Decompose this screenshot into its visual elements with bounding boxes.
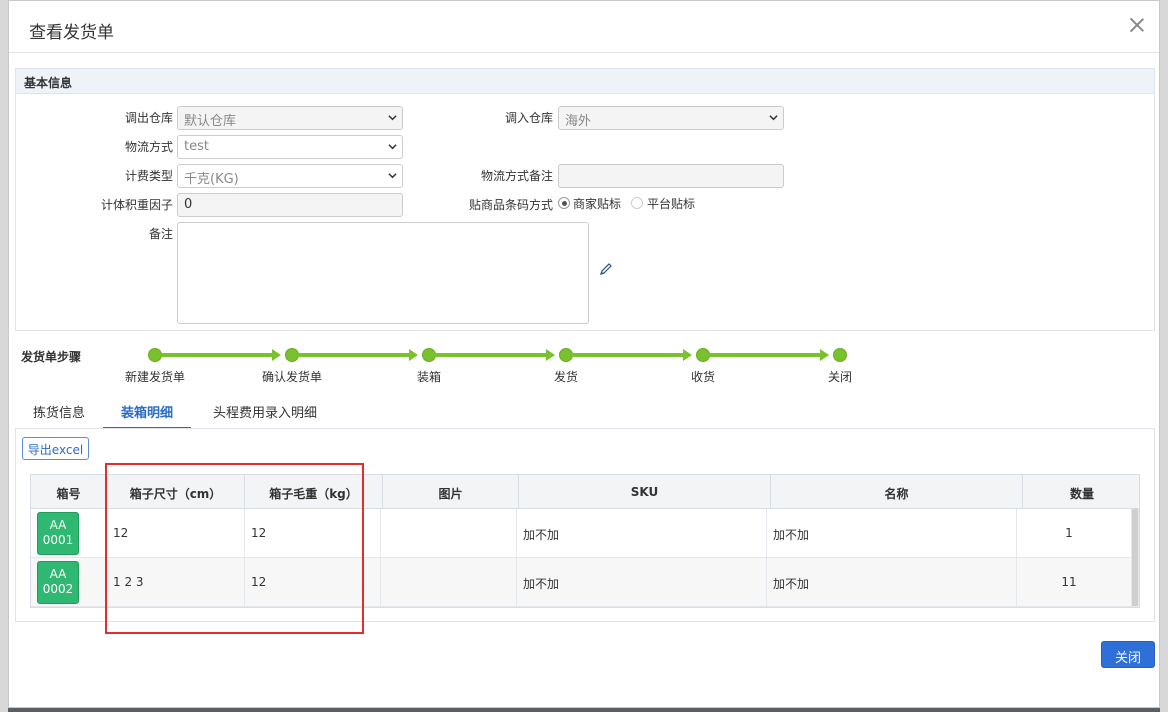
step-connector — [435, 353, 546, 357]
dialog-header: 查看发货单 — [9, 1, 1159, 53]
name-cell: 加不加 — [767, 558, 1017, 607]
column-header-image: 图片 — [383, 475, 519, 509]
dialog-title: 查看发货单 — [29, 23, 114, 43]
radio-merchant-text: 商家贴标 — [573, 197, 622, 211]
in-warehouse-select[interactable]: 海外 — [558, 106, 784, 130]
step-dot — [696, 348, 710, 362]
step-label: 关闭 — [827, 370, 852, 384]
quantity-cell: 11 — [1061, 575, 1077, 589]
column-header-sku: SKU — [519, 475, 771, 509]
box-badge[interactable]: AA 0002 — [37, 561, 79, 604]
step-arrow-icon — [820, 349, 829, 361]
sku-cell: 加不加 — [517, 558, 767, 607]
step-connector — [161, 353, 272, 357]
sku-cell: 加不加 — [517, 509, 767, 558]
logistics-label: 物流方式 — [124, 140, 173, 154]
step-connector — [572, 353, 683, 357]
step-dot — [285, 348, 299, 362]
volume-factor-label: 计体积重因子 — [100, 198, 173, 212]
out-warehouse-select[interactable]: 默认仓库 — [177, 106, 403, 130]
step-label: 新建发货单 — [124, 370, 185, 384]
in-warehouse-label: 调入仓库 — [504, 111, 553, 125]
table-scrollbar[interactable] — [1131, 509, 1139, 607]
logistics-select[interactable]: test — [177, 135, 403, 159]
step-arrow-icon — [683, 349, 692, 361]
scrollbar-thumb[interactable] — [1132, 509, 1138, 606]
logistics-note-label: 物流方式备注 — [480, 169, 553, 183]
billing-type-select[interactable]: 千克(KG) — [177, 164, 403, 188]
step-label: 装箱 — [416, 370, 441, 384]
remarks-label: 备注 — [148, 227, 173, 241]
tab-picking-info[interactable]: 拣货信息 — [21, 393, 97, 429]
box-no-cell: AA 0001 — [31, 509, 107, 558]
backdrop-left — [0, 0, 8, 712]
step-arrow-icon — [546, 349, 555, 361]
step-dot — [833, 348, 847, 362]
chevron-down-icon — [769, 113, 778, 121]
billing-type-label: 计费类型 — [124, 169, 173, 183]
column-header-quantity: 数量 — [1069, 487, 1094, 501]
column-header-name: 名称 — [771, 475, 1023, 509]
step-arrow-icon — [409, 349, 418, 361]
step-dot — [148, 348, 162, 362]
steps-label: 发货单步骤 — [21, 350, 82, 364]
volume-factor-field[interactable]: 0 — [177, 193, 403, 217]
step-dot — [559, 348, 573, 362]
edit-pencil-icon[interactable] — [599, 262, 613, 276]
chevron-down-icon — [388, 142, 397, 150]
radio-platform-text: 平台贴标 — [647, 197, 696, 211]
panel-heading: 基本信息 — [16, 69, 1154, 94]
name-cell: 加不加 — [767, 509, 1017, 558]
quantity-cell: 1 — [1065, 526, 1073, 540]
box-badge[interactable]: AA 0001 — [37, 512, 79, 555]
remarks-textarea[interactable] — [177, 222, 589, 324]
step-arrow-icon — [272, 349, 281, 361]
barcode-method-label: 贴商品条码方式 — [468, 198, 553, 212]
step-connector — [298, 353, 409, 357]
close-icon[interactable] — [1129, 17, 1145, 33]
close-button[interactable]: 关闭 — [1101, 641, 1155, 668]
annotation-highlight-box — [105, 463, 364, 634]
radio-merchant-label[interactable] — [558, 197, 570, 209]
logistics-note-field[interactable] — [558, 164, 784, 188]
column-header-box-no: 箱号 — [31, 475, 107, 509]
step-label: 收货 — [690, 370, 715, 384]
step-label: 确认发货单 — [261, 370, 322, 384]
image-cell — [381, 558, 517, 607]
image-cell — [381, 509, 517, 558]
radio-platform-label[interactable] — [631, 197, 643, 209]
chevron-down-icon — [388, 171, 397, 179]
step-label: 发货 — [553, 370, 578, 384]
export-excel-button[interactable]: 导出excel — [22, 437, 89, 460]
step-connector — [709, 353, 820, 357]
chevron-down-icon — [388, 113, 397, 121]
backdrop-right — [1160, 0, 1168, 712]
step-dot — [422, 348, 436, 362]
out-warehouse-label: 调出仓库 — [124, 111, 173, 125]
tab-packing-detail[interactable]: 装箱明细 — [103, 393, 191, 429]
box-no-cell: AA 0002 — [31, 558, 107, 607]
tab-first-leg-fees[interactable]: 头程费用录入明细 — [201, 393, 329, 429]
